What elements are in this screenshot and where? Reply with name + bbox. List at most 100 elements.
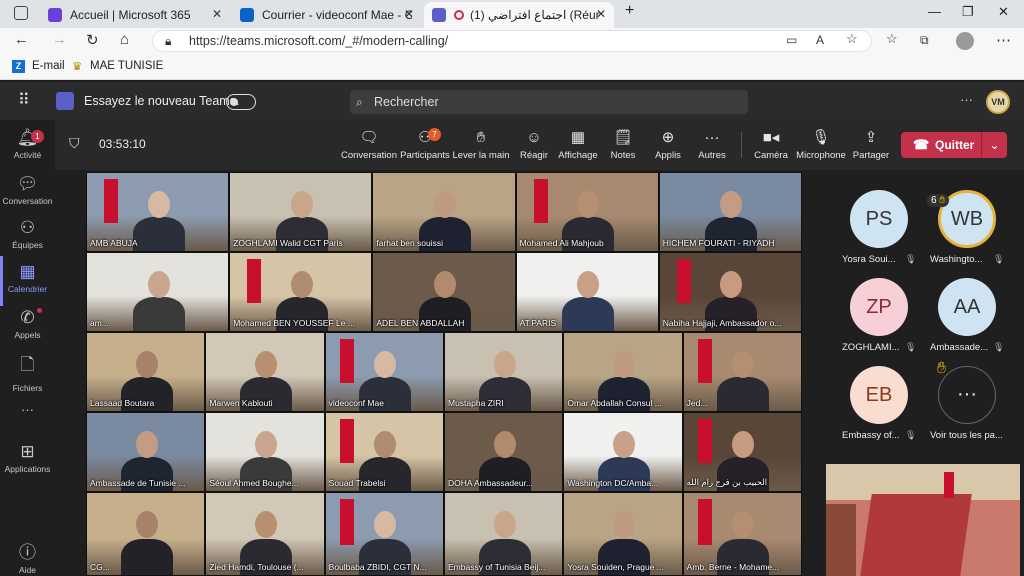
user-avatar[interactable]: VM: [986, 90, 1010, 114]
maximize-button[interactable]: ❐: [962, 4, 974, 20]
participant-name: Yosra Soui...: [842, 254, 896, 265]
tab-outlook[interactable]: Courrier - videoconf Mae - Out ✕: [232, 2, 422, 28]
video-tile[interactable]: AMB ABUJA: [86, 172, 230, 252]
participant-head: [135, 430, 158, 458]
rail-conversation[interactable]: 💬︎ Conversation: [0, 174, 55, 206]
video-tile[interactable]: Embassy of Tunisia Beij...: [444, 492, 564, 576]
participant-avatar[interactable]: PS: [850, 190, 908, 248]
tile-name-label: Zied Hamdi, Toulouse (...: [209, 562, 304, 572]
video-tile[interactable]: Séoul Ahmed Boughe...: [205, 412, 325, 492]
video-tile[interactable]: Souad Trabelsi: [324, 412, 444, 492]
teams-logo-icon: [56, 92, 74, 110]
flag: [339, 419, 354, 463]
url-field[interactable]: 🔒︎ https://teams.microsoft.com/_#/modern…: [152, 30, 872, 52]
rail-files[interactable]: 🗋 Fichiers: [0, 352, 55, 393]
tab-label: Courrier - videoconf Mae - Out: [262, 8, 412, 22]
flag: [104, 179, 119, 223]
video-tile[interactable]: Mohamed Ali Mahjoub: [515, 172, 659, 252]
favorites-icon[interactable]: ☆: [886, 31, 898, 47]
video-tile[interactable]: farhat ben souissi: [372, 172, 516, 252]
video-tile[interactable]: الحبيب بن فرج رام الله: [682, 412, 802, 492]
rail-activity[interactable]: 🔔︎ Activité 1: [0, 128, 55, 160]
video-tile[interactable]: Ambassade de Tunisie ...: [86, 412, 206, 492]
flag: [697, 419, 712, 463]
video-tile[interactable]: ZOGHLAMI Walid CGT Paris: [229, 172, 373, 252]
leave-meeting-button[interactable]: ☎︎ Quitter ⌄: [901, 132, 1007, 158]
forward-icon[interactable]: →: [52, 31, 67, 48]
tab-teams-meeting[interactable]: (1) اجتماع افتراضي (Réunion) ✕: [424, 2, 614, 28]
video-tile[interactable]: DOHA Ambassadeur...: [444, 412, 564, 492]
search-box[interactable]: ⌕ Rechercher: [350, 90, 748, 114]
participant-avatar[interactable]: AA: [938, 278, 996, 336]
participant-head: [254, 350, 277, 378]
minimize-button[interactable]: —: [928, 4, 941, 19]
participant-name: Embassy of...: [842, 430, 900, 441]
refresh-icon[interactable]: ↻: [86, 31, 99, 49]
close-icon[interactable]: ✕: [212, 7, 222, 21]
video-tile[interactable]: am...: [86, 252, 230, 332]
participant-head: [433, 190, 456, 218]
video-tile[interactable]: Mustapha ZIRI: [444, 332, 564, 412]
participant-avatar[interactable]: ZP: [850, 278, 908, 336]
new-tab-button[interactable]: +: [625, 2, 634, 20]
favorite-email[interactable]: E-mail: [32, 60, 65, 72]
video-tile[interactable]: Mohamed BEN YOUSSEF Le ...: [229, 252, 373, 332]
toolbar-share[interactable]: ⇪ Partager: [836, 128, 906, 161]
video-tile[interactable]: Omar Abdallah Consul ...: [563, 332, 683, 412]
video-tile[interactable]: HICHEM FOURATI - RIYADH: [658, 172, 802, 252]
video-tile[interactable]: Washington DC/Amba...: [563, 412, 683, 492]
video-tile[interactable]: Boulbaba ZBIDI, CGT N...: [324, 492, 444, 576]
participant-avatar[interactable]: EB: [850, 366, 908, 424]
new-teams-toggle[interactable]: [226, 94, 256, 110]
profile-icon[interactable]: [956, 32, 974, 50]
see-all-participants-label[interactable]: Voir tous les pa...: [930, 430, 1020, 441]
video-tile[interactable]: Yosra Souiden, Prague ...: [563, 492, 683, 576]
settings-more-icon[interactable]: ⋯: [996, 31, 1011, 49]
rail-teams[interactable]: ⚇ Équipes: [0, 218, 55, 250]
home-icon[interactable]: ⌂: [120, 31, 129, 48]
video-tile[interactable]: Zied Hamdi, Toulouse (...: [205, 492, 325, 576]
meeting-timer: 03:53:10: [99, 137, 146, 151]
flag: [339, 499, 354, 546]
participant-head: [254, 511, 277, 539]
toolbar-label: Autres: [698, 150, 726, 161]
shield-icon[interactable]: ⛉: [69, 135, 80, 152]
video-tile[interactable]: Nabiha Hajjaji, Ambassador o...: [658, 252, 802, 332]
rail-more[interactable]: ···: [0, 402, 55, 417]
close-window-button[interactable]: ✕: [998, 4, 1009, 20]
video-tile[interactable]: AT.PARIS: [515, 252, 659, 332]
chevron-down-icon[interactable]: ⌄: [981, 132, 1007, 158]
video-tile[interactable]: Amb. Berne - Mohame...: [682, 492, 802, 576]
collections-icon[interactable]: ⧉: [920, 33, 929, 48]
participant-head: [290, 190, 313, 218]
camera-icon[interactable]: ▭: [786, 33, 797, 47]
video-tile[interactable]: Marwen Kablouti: [205, 332, 325, 412]
back-icon[interactable]: ←: [14, 31, 29, 48]
video-tile[interactable]: ADEL BEN ABDALLAH: [372, 252, 516, 332]
tab-microsoft-365[interactable]: Accueil | Microsoft 365 ✕: [40, 2, 230, 28]
video-tile[interactable]: Jed...: [682, 332, 802, 412]
flag: [697, 499, 712, 546]
tile-name-label: AT.PARIS: [519, 318, 557, 328]
video-tile[interactable]: Lassaad Boutara: [86, 332, 206, 412]
rail-help[interactable]: ⓘ Aide: [0, 538, 55, 575]
rail-calls[interactable]: ✆ Appels: [0, 308, 55, 340]
video-tile[interactable]: CG...: [86, 492, 206, 576]
close-icon[interactable]: ✕: [404, 7, 414, 21]
tab-actions-icon[interactable]: [14, 6, 28, 20]
favorite-mae-tunisie[interactable]: MAE TUNISIE: [90, 60, 163, 72]
tile-name-label: Nabiha Hajjaji, Ambassador o...: [662, 318, 782, 328]
flag: [944, 472, 954, 498]
participant-head: [254, 430, 277, 458]
see-all-participants-button[interactable]: ···: [938, 366, 996, 424]
read-aloud-icon[interactable]: A: [816, 33, 824, 47]
participant-head: [732, 511, 755, 539]
rail-calendar[interactable]: ▦ Calendrier: [0, 262, 55, 294]
header-more-button[interactable]: ···: [960, 92, 973, 107]
rail-apps[interactable]: ⊞ Applications: [0, 442, 55, 474]
video-tile[interactable]: videoconf Mae: [324, 332, 444, 412]
app-launcher-icon[interactable]: ⠿: [18, 90, 31, 110]
participant-head: [147, 190, 170, 218]
close-icon[interactable]: ✕: [596, 7, 606, 21]
favorite-add-icon[interactable]: ☆: [846, 31, 858, 47]
